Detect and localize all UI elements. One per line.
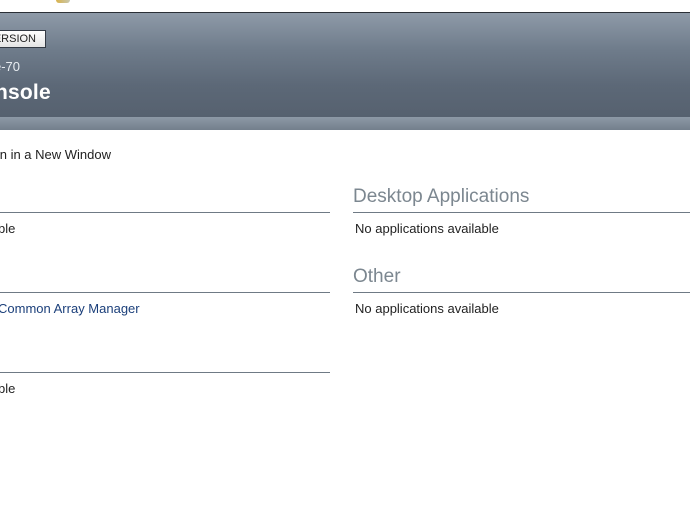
section-divider xyxy=(0,212,330,213)
version-button[interactable]: VERSION xyxy=(0,30,46,48)
brand-mark-icon xyxy=(56,0,70,3)
other-empty-text: No applications available xyxy=(355,301,499,316)
header-sub-band xyxy=(0,117,690,130)
section-divider xyxy=(353,212,690,213)
section-divider xyxy=(0,292,330,293)
server-name: e-70 xyxy=(0,59,21,74)
open-in-new-window-option[interactable]: tion in a New Window xyxy=(0,147,111,162)
version-button-label: VERSION xyxy=(0,33,36,45)
console-title: nsole xyxy=(0,81,51,104)
section-title-other: Other xyxy=(353,266,401,287)
console-header: VERSION e-70 nsole xyxy=(0,13,690,117)
section-title-desktop-applications: Desktop Applications xyxy=(353,186,530,207)
section-divider xyxy=(353,292,690,293)
top-strip xyxy=(0,0,690,13)
desktop-applications-empty-text: No applications available xyxy=(355,221,499,236)
section-empty-text: ble xyxy=(0,381,16,396)
app-link-common-array-manager[interactable]: Common Array Manager xyxy=(0,301,140,316)
section-empty-text: ble xyxy=(0,221,16,236)
section-divider xyxy=(0,372,330,373)
